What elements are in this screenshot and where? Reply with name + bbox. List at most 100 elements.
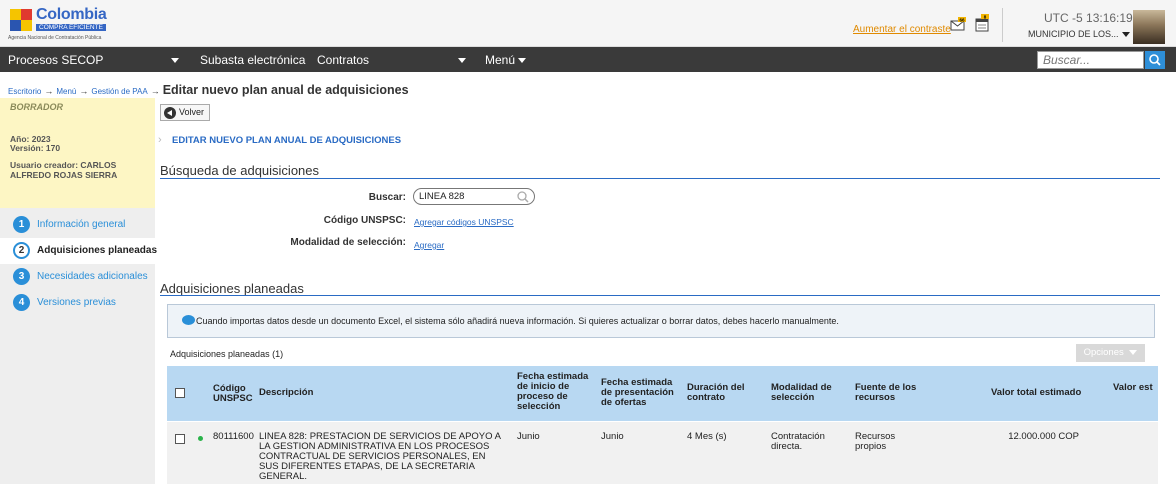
chevron-down-icon bbox=[171, 58, 179, 64]
nav-menu-label: Menú bbox=[485, 53, 516, 67]
logo-tagline: COMPRA EFICIENTE bbox=[36, 24, 106, 31]
step-number: 2 bbox=[13, 242, 30, 259]
planned-count-label: Adquisiciones planeadas (1) bbox=[170, 349, 284, 359]
cell-code: 80111600 bbox=[213, 431, 254, 442]
chevron-down-icon bbox=[458, 58, 466, 64]
global-search-input[interactable] bbox=[1037, 51, 1144, 69]
col-header-modality[interactable]: Modalidad de selección bbox=[771, 383, 841, 403]
arrow-right-icon: → bbox=[44, 86, 54, 96]
nav-procesos-secop[interactable]: Procesos SECOP bbox=[8, 53, 103, 67]
nav-menu[interactable]: Menú bbox=[485, 53, 527, 67]
chevron-right-icon: › bbox=[158, 134, 162, 146]
col-header-total-value[interactable]: Valor total estimado bbox=[991, 388, 1101, 398]
table-row[interactable]: 80111600 LINEA 828: PRESTACION DE SERVIC… bbox=[167, 422, 1158, 484]
col-header-offer-date[interactable]: Fecha estimada de presentación de oferta… bbox=[601, 378, 681, 408]
nav-subasta-electronica[interactable]: Subasta electrónica bbox=[200, 53, 305, 67]
municipality-label: MUNICIPIO DE LOS... bbox=[1028, 29, 1119, 39]
table-header: Código UNSPSC Descripción Fecha estimada… bbox=[167, 366, 1158, 421]
header-divider bbox=[1002, 8, 1003, 42]
col-header-source[interactable]: Fuente de los recursos bbox=[855, 383, 945, 403]
breadcrumb-escritorio[interactable]: Escritorio bbox=[8, 87, 41, 96]
options-dropdown-button[interactable]: Opciones bbox=[1076, 344, 1145, 362]
step-label: Información general bbox=[37, 219, 126, 230]
buscar-label: Buscar: bbox=[368, 192, 406, 203]
search-icon bbox=[1149, 54, 1161, 66]
mail-badge: 66 bbox=[959, 17, 965, 22]
step-label: Versiones previas bbox=[37, 297, 116, 308]
select-all-checkbox[interactable] bbox=[175, 388, 185, 398]
breadcrumb-menu[interactable]: Menú bbox=[56, 87, 76, 96]
add-unspsc-codes-link[interactable]: Agregar códigos UNSPSC bbox=[414, 217, 514, 227]
flag-icon bbox=[10, 9, 32, 31]
cell-total-value: 12.000.000 COP bbox=[1008, 431, 1079, 442]
chevron-down-icon bbox=[1129, 349, 1138, 355]
step-informacion-general[interactable]: 1 Información general bbox=[0, 212, 155, 238]
clock: UTC -5 13:16:19 bbox=[1044, 11, 1133, 25]
cell-source: Recursos propios bbox=[855, 431, 896, 452]
step-necesidades-adicionales[interactable]: 3 Necesidades adicionales bbox=[0, 264, 155, 290]
back-button[interactable]: Volver bbox=[160, 104, 210, 121]
plan-version: Versión: 170 bbox=[10, 143, 61, 153]
breadcrumb: Escritorio → Menú → Gestión de PAA → Editar nu… bbox=[8, 83, 409, 97]
plan-creator: Usuario creador: CARLOS ALFREDO ROJAS SI… bbox=[10, 160, 118, 180]
planned-section-title: Adquisiciones planeadas bbox=[160, 281, 304, 296]
modalidad-label: Modalidad de selección: bbox=[290, 237, 406, 248]
info-message-text: Cuando importas datos desde un documento… bbox=[196, 316, 839, 326]
nav-procesos-dropdown[interactable] bbox=[171, 53, 179, 67]
cell-description[interactable]: LINEA 828: PRESTACION DE SERVICIOS DE AP… bbox=[259, 432, 507, 482]
col-header-code: Código UNSPSC bbox=[213, 383, 253, 404]
edit-plan-heading[interactable]: EDITAR NUEVO PLAN ANUAL DE ADQUISICIONES bbox=[172, 135, 401, 146]
step-versiones-previas[interactable]: 4 Versiones previas bbox=[0, 290, 155, 316]
options-label: Opciones bbox=[1083, 347, 1124, 358]
row-checkbox[interactable] bbox=[175, 434, 185, 444]
municipality-selector[interactable]: MUNICIPIO DE LOS... bbox=[1028, 29, 1130, 39]
cell-start-date: Junio bbox=[517, 431, 540, 442]
step-adquisiciones-planeadas[interactable]: 2 Adquisiciones planeadas bbox=[0, 238, 158, 264]
search-section-title: Búsqueda de adquisiciones bbox=[160, 163, 320, 178]
chat-bubble-icon bbox=[182, 315, 195, 325]
increase-contrast-link[interactable]: Aumentar el contraste bbox=[853, 24, 951, 35]
plan-status-panel: BORRADOR Año: 2023 Versión: 170 Usuario … bbox=[0, 98, 155, 208]
arrow-left-icon bbox=[164, 107, 176, 119]
timezone: UTC -5 bbox=[1044, 11, 1083, 25]
col-header-start-date[interactable]: Fecha estimada de inicio de proceso de s… bbox=[517, 372, 595, 412]
back-button-label: Volver bbox=[179, 107, 205, 117]
mail-icon[interactable]: 66 bbox=[950, 17, 966, 31]
search-button[interactable] bbox=[1145, 51, 1165, 69]
chevron-down-icon bbox=[1121, 32, 1130, 38]
status-badge: BORRADOR bbox=[10, 102, 63, 112]
unspsc-label: Código UNSPSC: bbox=[323, 215, 406, 226]
logo-brand: Colombia bbox=[36, 6, 107, 23]
section-divider bbox=[160, 295, 1160, 296]
nav-contratos-dropdown[interactable] bbox=[458, 53, 466, 67]
top-header: Colombia COMPRA EFICIENTE Agencia Nacion… bbox=[0, 0, 1176, 47]
logo-agency: Agencia Nacional de Contratación Pública bbox=[8, 35, 102, 41]
info-message: Cuando importas datos desde un documento… bbox=[167, 304, 1155, 338]
nav-contratos[interactable]: Contratos bbox=[317, 53, 369, 67]
add-modalidad-link[interactable]: Agregar bbox=[414, 240, 444, 250]
page-title: Editar nuevo plan anual de adquisiciones bbox=[162, 83, 409, 97]
cell-modality: Contratación directa. bbox=[771, 431, 825, 452]
colombia-compra-eficiente-logo[interactable]: Colombia COMPRA EFICIENTE Agencia Nacion… bbox=[8, 6, 118, 41]
step-label: Necesidades adicionales bbox=[37, 271, 148, 282]
section-divider bbox=[160, 178, 1160, 179]
cell-duration: 4 Mes (s) bbox=[687, 431, 727, 442]
step-number: 4 bbox=[13, 294, 30, 311]
chevron-down-icon bbox=[518, 58, 527, 64]
calendar-icon[interactable]: 8 bbox=[975, 14, 989, 32]
col-header-valor[interactable]: Valor est bbox=[1113, 383, 1158, 393]
step-label: Adquisiciones planeadas bbox=[37, 245, 158, 256]
search-icon[interactable] bbox=[516, 190, 530, 204]
col-header-duration[interactable]: Duración del contrato bbox=[687, 383, 757, 403]
avatar[interactable] bbox=[1133, 10, 1165, 44]
cell-offer-date: Junio bbox=[601, 431, 624, 442]
breadcrumb-gestion-paa[interactable]: Gestión de PAA bbox=[91, 87, 147, 96]
main-navbar: Procesos SECOP Subasta electrónica Contr… bbox=[0, 47, 1176, 72]
steps-nav: 1 Información general 2 Adquisiciones pl… bbox=[0, 208, 158, 484]
arrow-right-icon: → bbox=[79, 86, 89, 96]
step-number: 1 bbox=[13, 216, 30, 233]
time: 13:16:19 bbox=[1086, 11, 1133, 25]
arrow-right-icon: → bbox=[150, 86, 160, 96]
col-header-description[interactable]: Descripción bbox=[259, 388, 459, 398]
step-number: 3 bbox=[13, 268, 30, 285]
